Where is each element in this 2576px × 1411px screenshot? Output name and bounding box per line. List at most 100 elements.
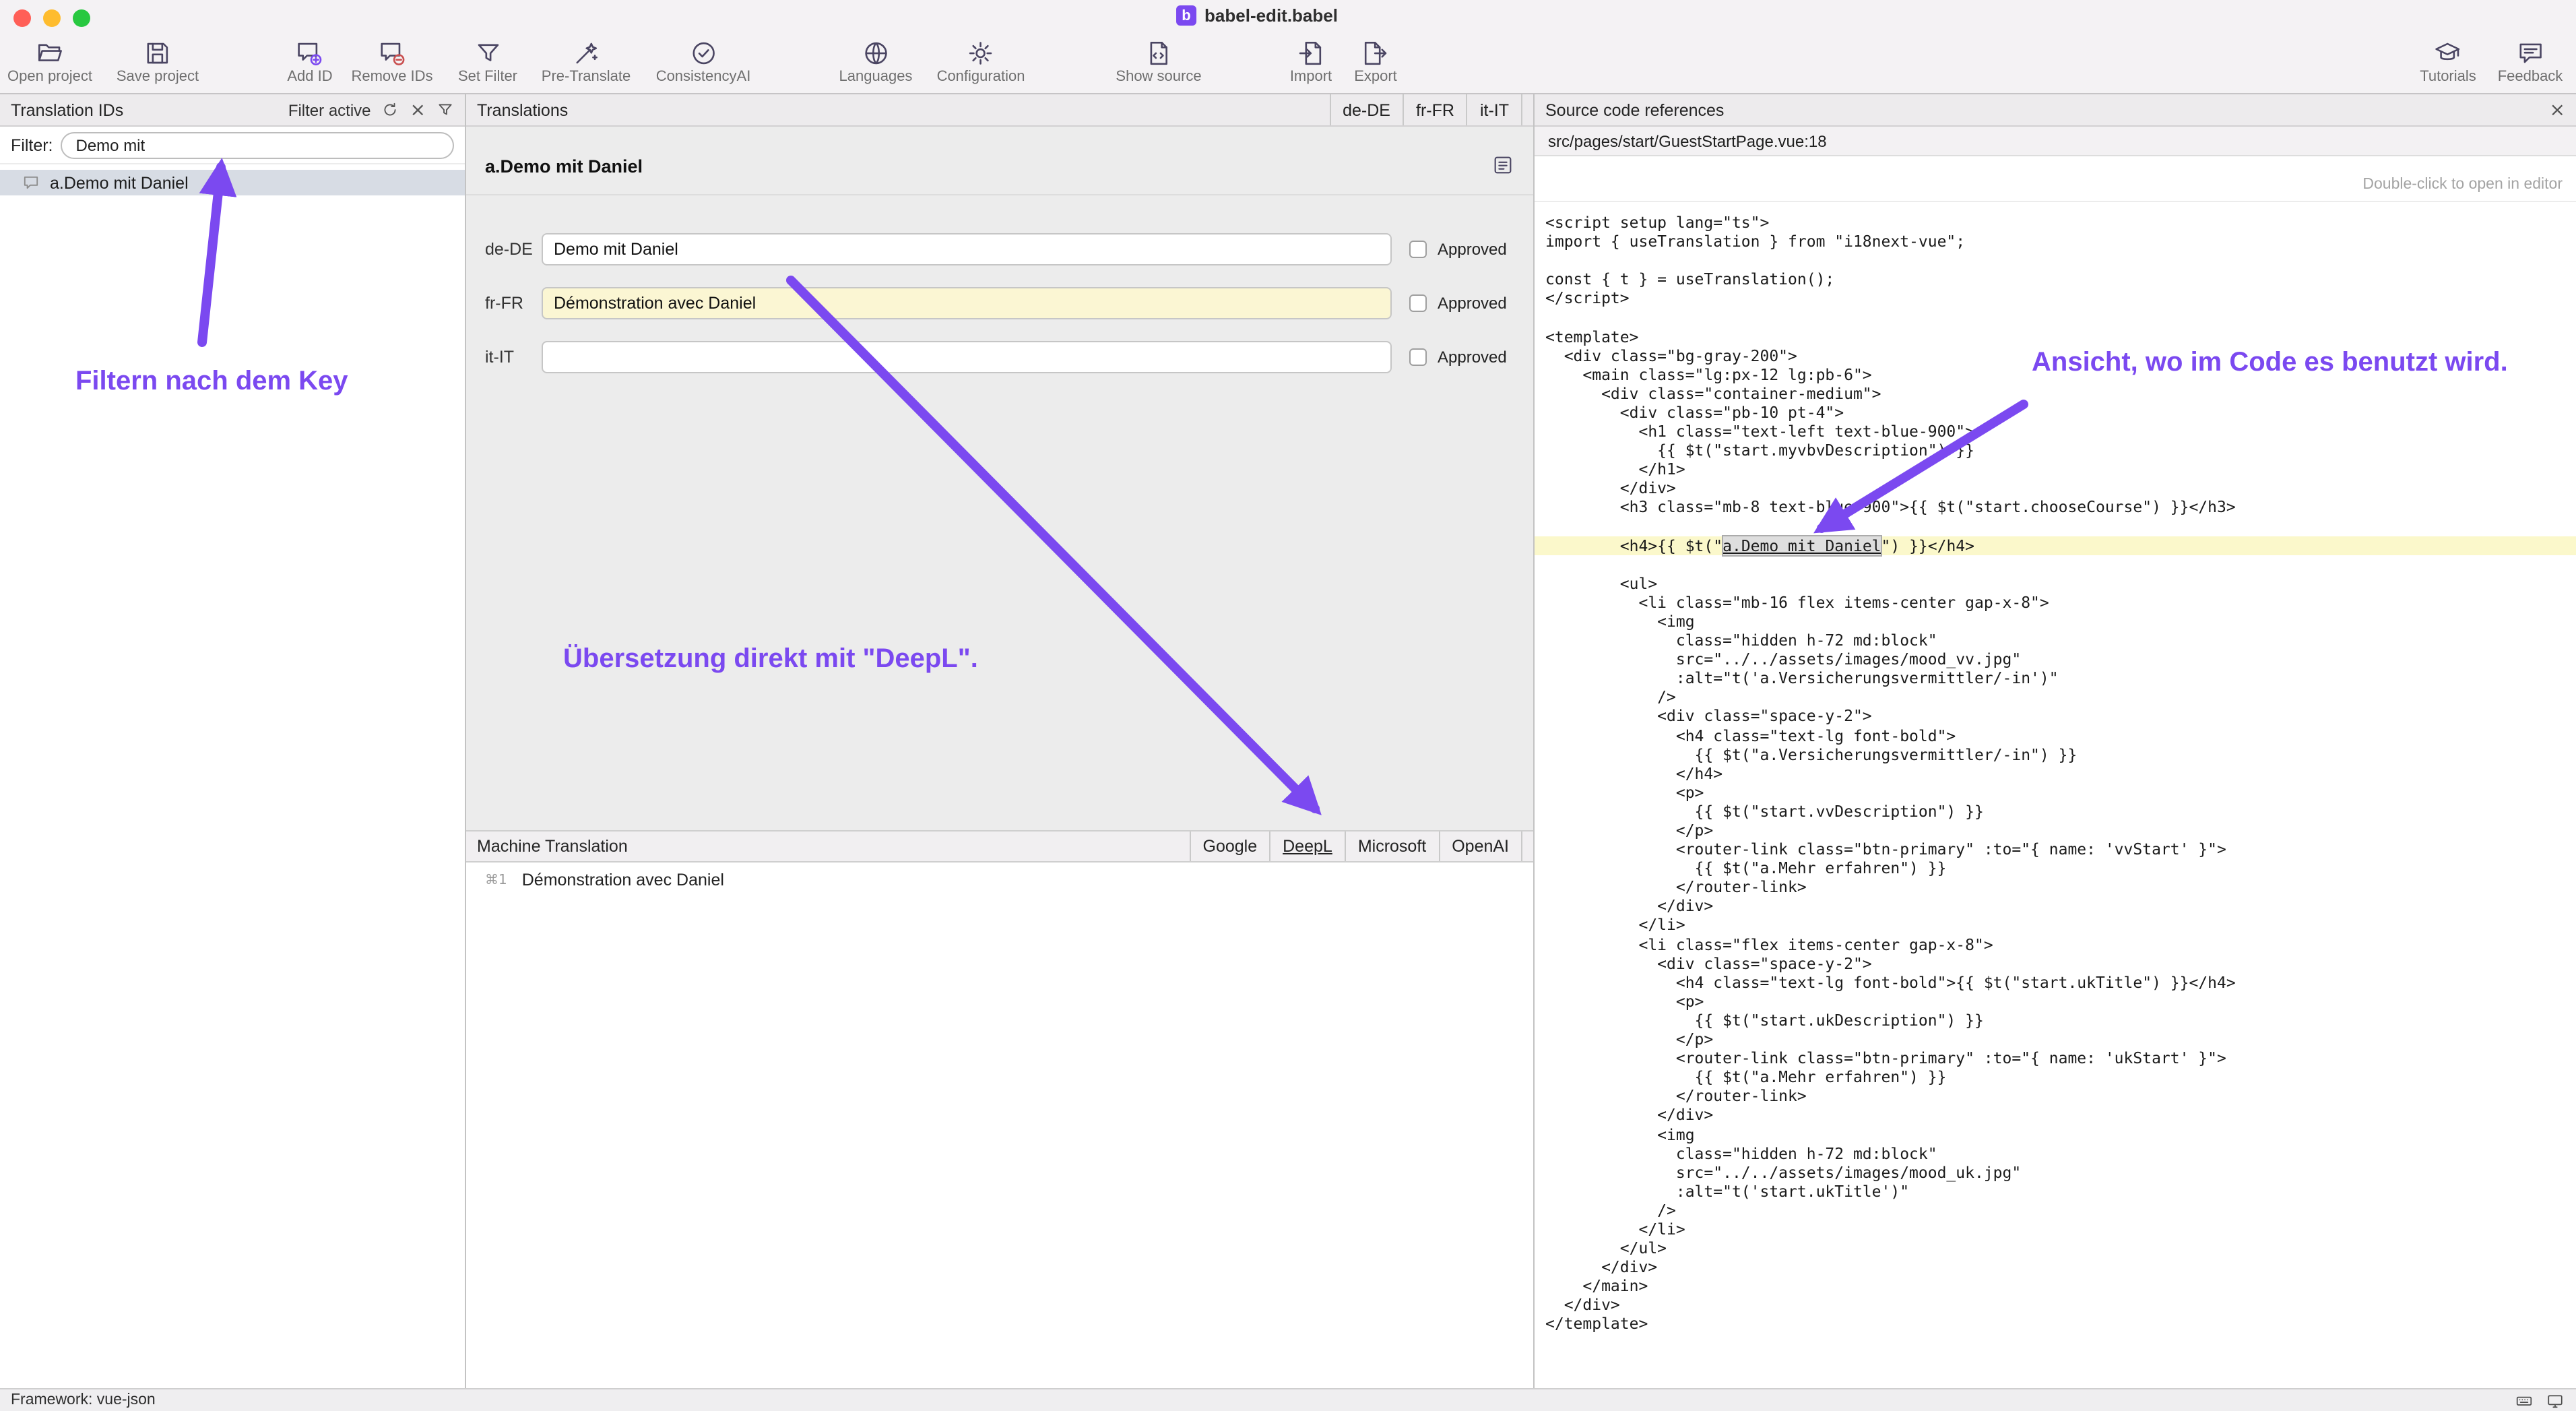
- code-line: [1535, 251, 2576, 270]
- mt-provider-tab-microsoft[interactable]: Microsoft: [1345, 832, 1438, 861]
- code-line: <div class="pb-10 pt-4">: [1535, 403, 2576, 422]
- code-line: <h4 class="text-lg font-bold">: [1535, 726, 2576, 745]
- approved-checkbox-it-IT[interactable]: [1409, 348, 1427, 366]
- code-line: <li class="mb-16 flex items-center gap-x…: [1535, 593, 2576, 612]
- approved-label: Approved: [1438, 294, 1507, 313]
- import-icon: [1295, 39, 1326, 67]
- status-icons: [2514, 1391, 2565, 1409]
- highlighted-key-token[interactable]: a.Demo mit Daniel: [1722, 536, 1881, 555]
- translation-input-fr-FR[interactable]: [542, 287, 1392, 319]
- translations-panel: Translations de-DEfr-FRit-IT a.Demo mit …: [466, 94, 1535, 1388]
- code-line: </p>: [1535, 1030, 2576, 1048]
- display-status-icon[interactable]: [2545, 1391, 2565, 1409]
- toolbar-label: Tutorials: [2420, 69, 2476, 85]
- code-line: import { useTranslation } from "i18next-…: [1535, 232, 2576, 251]
- clear-filter-icon[interactable]: ×: [410, 100, 426, 119]
- window-title-wrap: b babel-edit.babel: [1176, 5, 1338, 26]
- window-chrome: b babel-edit.babel Open project Save proj…: [0, 0, 2576, 94]
- toolbar-label: Configuration: [937, 69, 1025, 85]
- toolbar-consistency-ai-button[interactable]: ConsistencyAI: [656, 39, 751, 85]
- mt-provider-tab-google[interactable]: Google: [1190, 832, 1270, 861]
- toolbar-add-id-button[interactable]: Add ID: [287, 39, 332, 85]
- code-line: :alt="t('start.ukTitle')": [1535, 1182, 2576, 1201]
- translation-input-it-IT[interactable]: [542, 341, 1392, 373]
- machine-translation-header: Machine Translation GoogleDeepLMicrosoft…: [466, 830, 1533, 863]
- code-line: />: [1535, 688, 2576, 707]
- code-line: <script setup lang="ts">: [1535, 213, 2576, 232]
- close-panel-icon[interactable]: ×: [2550, 100, 2565, 119]
- close-window-button[interactable]: [13, 9, 31, 26]
- machine-translation-title: Machine Translation: [477, 837, 628, 856]
- toolbar-remove-ids-button[interactable]: Remove IDs: [351, 39, 432, 85]
- filter-input[interactable]: [61, 131, 455, 158]
- lang-tab-fr-FR[interactable]: fr-FR: [1403, 94, 1467, 125]
- status-bar: Framework: vue-json: [0, 1388, 2576, 1411]
- code-line: </div>: [1535, 1257, 2576, 1276]
- toolbar-set-filter-button[interactable]: Set Filter: [458, 39, 517, 85]
- mt-result-row[interactable]: ⌘1 Démonstration avec Daniel: [485, 871, 724, 889]
- code-line: [1535, 308, 2576, 327]
- toolbar-configuration-button[interactable]: Configuration: [937, 39, 1025, 85]
- key-separator: [466, 194, 1533, 195]
- message-bubble-icon: [22, 174, 40, 191]
- annotation-deepl-note: Übersetzung direkt mit "DeepL".: [563, 644, 978, 675]
- highlighted-code-line: <h4>{{ $t("a.Demo mit Daniel") }}</h4>: [1535, 536, 2576, 555]
- tree-item[interactable]: a.Demo mit Daniel: [0, 170, 465, 195]
- toolbar-label: Add ID: [287, 69, 332, 85]
- configuration-icon: [965, 39, 996, 67]
- code-line: src="../../assets/images/mood_vv.jpg": [1535, 650, 2576, 668]
- approved-checkbox-fr-FR[interactable]: [1409, 294, 1427, 312]
- minimize-window-button[interactable]: [43, 9, 61, 26]
- code-line: <h1 class="text-left text-blue-900">: [1535, 422, 2576, 441]
- toolbar-pre-translate-button[interactable]: Pre-Translate: [542, 39, 631, 85]
- framework-label: Framework: vue-json: [11, 1392, 156, 1408]
- mt-provider-tab-deepl[interactable]: DeepL: [1269, 832, 1345, 861]
- refresh-filter-icon[interactable]: [382, 101, 399, 119]
- translation-input-de-DE[interactable]: [542, 233, 1392, 265]
- consistency-ai-icon: [688, 39, 719, 67]
- translation-key-title: a.Demo mit Daniel: [485, 156, 643, 177]
- toolbar-show-source-button[interactable]: Show source: [1116, 39, 1201, 85]
- toolbar-open-project-button[interactable]: Open project: [7, 39, 92, 85]
- translations-header: Translations de-DEfr-FRit-IT: [466, 94, 1533, 127]
- code-line: :alt="t('a.Versicherungsvermittler/-in')…: [1535, 669, 2576, 688]
- titlebar: b babel-edit.babel: [0, 0, 2576, 35]
- code-line: <template>: [1535, 327, 2576, 346]
- code-line: />: [1535, 1201, 2576, 1220]
- toolbar-languages-button[interactable]: Languages: [839, 39, 913, 85]
- source-file-reference[interactable]: src/pages/start/GuestStartPage.vue:18: [1535, 127, 2576, 156]
- toolbar-label: Export: [1354, 69, 1397, 85]
- code-line: {{ $t("a.Mehr erfahren") }}: [1535, 1067, 2576, 1086]
- zoom-window-button[interactable]: [73, 9, 90, 26]
- mt-shortcut-badge: ⌘1: [485, 873, 507, 887]
- mt-provider-tab-openai[interactable]: OpenAI: [1438, 832, 1522, 861]
- toolbar-tutorials-button[interactable]: Tutorials: [2420, 39, 2476, 85]
- code-line: <ul>: [1535, 574, 2576, 593]
- toolbar-export-button[interactable]: Export: [1354, 39, 1397, 85]
- keyboard-status-icon[interactable]: [2514, 1391, 2534, 1409]
- toolbar-label: Set Filter: [458, 69, 517, 85]
- lang-tab-de-DE[interactable]: de-DE: [1329, 94, 1403, 125]
- code-area[interactable]: <script setup lang="ts">import { useTran…: [1535, 202, 2576, 1388]
- translation-editor-area: a.Demo mit Daniel de-DEApprovedfr-FRAppr…: [466, 127, 1533, 830]
- feedback-icon: [2515, 39, 2546, 67]
- translations-title: Translations: [477, 100, 568, 119]
- code-line: {{ $t("a.Mehr erfahren") }}: [1535, 858, 2576, 877]
- code-line: class="hidden h-72 md:block": [1535, 631, 2576, 650]
- source-references-title: Source code references: [1545, 100, 1724, 119]
- toolbar-save-project-button[interactable]: Save project: [117, 39, 199, 85]
- toolbar-feedback-button[interactable]: Feedback: [2498, 39, 2563, 85]
- lang-tab-it-IT[interactable]: it-IT: [1467, 94, 1522, 125]
- show-source-icon: [1143, 39, 1174, 67]
- toolbar-import-button[interactable]: Import: [1290, 39, 1332, 85]
- code-line: [1535, 555, 2576, 573]
- filter-funnel-icon[interactable]: [437, 101, 454, 119]
- approved-label: Approved: [1438, 348, 1507, 367]
- toolbar: Open project Save project Add ID Remove IDs…: [0, 35, 2576, 93]
- comment-icon[interactable]: [1491, 154, 1514, 177]
- babeledit-window: b babel-edit.babel Open project Save proj…: [0, 0, 2576, 1411]
- code-line: class="hidden h-72 md:block": [1535, 1143, 2576, 1162]
- approved-checkbox-de-DE[interactable]: [1409, 241, 1427, 258]
- mt-provider-tabs: GoogleDeepLMicrosoftOpenAI: [1190, 832, 1523, 861]
- code-line: <h4 class="text-lg font-bold">{{ $t("sta…: [1535, 973, 2576, 992]
